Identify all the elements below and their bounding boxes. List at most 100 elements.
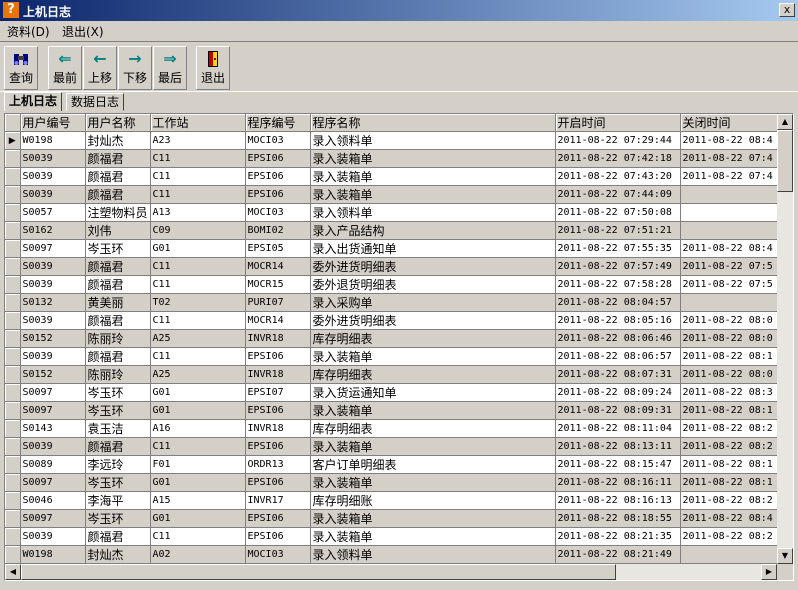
table-cell[interactable]: 2011-08-22 08:05:16 <box>555 311 681 330</box>
table-cell[interactable]: W0198 <box>20 131 86 150</box>
table-cell[interactable]: 颜福君 <box>85 185 151 204</box>
current-row-indicator-icon[interactable]: ▶ <box>5 131 21 150</box>
table-cell[interactable]: F01 <box>150 455 246 474</box>
table-cell[interactable]: 录入装箱单 <box>310 185 556 204</box>
table-cell[interactable]: C11 <box>150 527 246 546</box>
table-cell[interactable]: 2011-08-22 08:21:35 <box>555 527 681 546</box>
scroll-left-icon[interactable]: ◀ <box>5 564 21 580</box>
table-cell[interactable]: BOMI02 <box>245 221 311 240</box>
table-cell[interactable]: EPSI06 <box>245 527 311 546</box>
table-cell[interactable]: S0097 <box>20 473 86 492</box>
table-cell[interactable]: 2011-08-22 08:2 <box>680 419 777 438</box>
table-cell[interactable]: 录入领料单 <box>310 203 556 222</box>
table-cell[interactable]: 2011-08-22 08:0 <box>680 329 777 348</box>
table-cell[interactable]: 颜福君 <box>85 257 151 276</box>
row-indicator[interactable] <box>5 221 21 240</box>
table-cell[interactable]: S0039 <box>20 311 86 330</box>
table-cell[interactable]: S0152 <box>20 365 86 384</box>
table-cell[interactable]: 颜福君 <box>85 167 151 186</box>
table-cell[interactable]: A02 <box>150 545 246 564</box>
table-cell[interactable]: 录入装箱单 <box>310 437 556 456</box>
table-cell[interactable]: S0152 <box>20 329 86 348</box>
column-header[interactable]: 用户名称 <box>85 114 151 132</box>
table-row[interactable]: W0198 封灿杰 A02 MOCI03 录入领料单 2011-08-22 08:21:4… <box>5 545 777 564</box>
table-cell[interactable]: 2011-08-22 07:4 <box>680 167 777 186</box>
table-cell[interactable]: 2011-08-22 07:43:20 <box>555 167 681 186</box>
table-cell[interactable]: S0132 <box>20 293 86 312</box>
table-cell[interactable]: 袁玉洁 <box>85 419 151 438</box>
table-row[interactable]: S0039 颜福君 C11 EPSI06 录入装箱单 2011-08-22 07:43:2… <box>5 167 777 186</box>
row-indicator[interactable] <box>5 383 21 402</box>
table-cell[interactable]: INVR17 <box>245 491 311 510</box>
table-row[interactable]: ▶ W0198 封灿杰 A23 MOCI03 录入领料单 2011-08-22 07:29:… <box>5 131 777 150</box>
table-cell[interactable]: 2011-08-22 07:4 <box>680 149 777 168</box>
table-cell[interactable]: 2011-08-22 08:09:24 <box>555 383 681 402</box>
table-cell[interactable]: 颜福君 <box>85 347 151 366</box>
table-cell[interactable]: C11 <box>150 185 246 204</box>
row-indicator[interactable] <box>5 293 21 312</box>
table-cell[interactable]: 颜福君 <box>85 275 151 294</box>
table-cell[interactable]: S0097 <box>20 509 86 528</box>
table-row[interactable]: S0162 刘伟 C09 BOMI02 录入产品结构 2011-08-22 07:51:2… <box>5 221 777 240</box>
table-cell[interactable]: C11 <box>150 347 246 366</box>
next-button[interactable]: → 下移 <box>118 46 152 90</box>
table-cell[interactable]: S0039 <box>20 527 86 546</box>
table-cell[interactable]: 录入采购单 <box>310 293 556 312</box>
table-row[interactable]: S0097 岑玉环 G01 EPSI06 录入装箱单 2011-08-22 08:18:5… <box>5 509 777 528</box>
table-cell[interactable] <box>680 203 777 222</box>
table-cell[interactable]: 颜福君 <box>85 311 151 330</box>
table-row[interactable]: S0046 李海平 A15 INVR17 库存明细账 2011-08-22 08:16:1… <box>5 491 777 510</box>
table-cell[interactable]: 2011-08-22 07:42:18 <box>555 149 681 168</box>
scroll-up-icon[interactable]: ▲ <box>777 114 793 130</box>
vertical-scrollbar[interactable]: ▲ ▼ <box>777 114 793 564</box>
table-cell[interactable]: MOCI03 <box>245 131 311 150</box>
row-indicator[interactable] <box>5 185 21 204</box>
table-row[interactable]: S0039 颜福君 C11 EPSI06 录入装箱单 2011-08-22 08:13:1… <box>5 437 777 456</box>
tab-data-log[interactable]: 数据日志 <box>66 93 125 111</box>
table-row[interactable]: S0039 颜福君 C11 MOCR14 委外进货明细表 2011-08-22 07:57… <box>5 257 777 276</box>
table-cell[interactable]: S0097 <box>20 383 86 402</box>
horizontal-scroll-thumb[interactable] <box>21 564 616 580</box>
table-cell[interactable]: 库存明细表 <box>310 365 556 384</box>
table-cell[interactable]: 2011-08-22 08:2 <box>680 437 777 456</box>
table-cell[interactable]: 录入领料单 <box>310 545 556 564</box>
table-cell[interactable]: C11 <box>150 275 246 294</box>
table-cell[interactable]: S0143 <box>20 419 86 438</box>
table-cell[interactable]: S0097 <box>20 239 86 258</box>
table-cell[interactable]: G01 <box>150 401 246 420</box>
table-cell[interactable]: PURI07 <box>245 293 311 312</box>
table-cell[interactable]: 2011-08-22 08:06:46 <box>555 329 681 348</box>
table-cell[interactable]: 李远玲 <box>85 455 151 474</box>
column-header[interactable]: 关闭时间 <box>680 114 777 132</box>
table-cell[interactable]: 2011-08-22 08:1 <box>680 455 777 474</box>
table-cell[interactable]: 岑玉环 <box>85 509 151 528</box>
table-cell[interactable]: 刘伟 <box>85 221 151 240</box>
table-cell[interactable]: 陈丽玲 <box>85 365 151 384</box>
table-cell[interactable]: 颜福君 <box>85 437 151 456</box>
table-cell[interactable]: 录入装箱单 <box>310 401 556 420</box>
column-header[interactable]: 开启时间 <box>555 114 681 132</box>
table-cell[interactable]: EPSI06 <box>245 149 311 168</box>
table-cell[interactable]: S0039 <box>20 149 86 168</box>
table-cell[interactable]: 2011-08-22 08:04:57 <box>555 293 681 312</box>
table-row[interactable]: S0132 黄美丽 T02 PURI07 录入采购单 2011-08-22 08:04:5… <box>5 293 777 312</box>
table-row[interactable]: S0097 岑玉环 G01 EPSI07 录入货运通知单 2011-08-22 08:09… <box>5 383 777 402</box>
table-cell[interactable]: A15 <box>150 491 246 510</box>
table-cell[interactable]: 2011-08-22 07:51:21 <box>555 221 681 240</box>
table-cell[interactable]: S0057 <box>20 203 86 222</box>
table-cell[interactable]: 2011-08-22 07:29:44 <box>555 131 681 150</box>
last-button[interactable]: ⇒ 最后 <box>153 46 187 90</box>
table-row[interactable]: S0039 颜福君 C11 EPSI06 录入装箱单 2011-08-22 07:42:1… <box>5 149 777 168</box>
table-cell[interactable]: 录入装箱单 <box>310 167 556 186</box>
table-cell[interactable]: 岑玉环 <box>85 383 151 402</box>
row-indicator[interactable] <box>5 527 21 546</box>
table-cell[interactable]: 颜福君 <box>85 527 151 546</box>
table-cell[interactable]: C09 <box>150 221 246 240</box>
table-cell[interactable]: S0039 <box>20 275 86 294</box>
table-cell[interactable]: C11 <box>150 311 246 330</box>
table-cell[interactable]: 委外退货明细表 <box>310 275 556 294</box>
table-cell[interactable]: 录入装箱单 <box>310 149 556 168</box>
table-row[interactable]: S0143 袁玉洁 A16 INVR18 库存明细表 2011-08-22 08:11:0… <box>5 419 777 438</box>
table-cell[interactable]: 2011-08-22 08:1 <box>680 347 777 366</box>
table-cell[interactable]: 2011-08-22 08:11:04 <box>555 419 681 438</box>
